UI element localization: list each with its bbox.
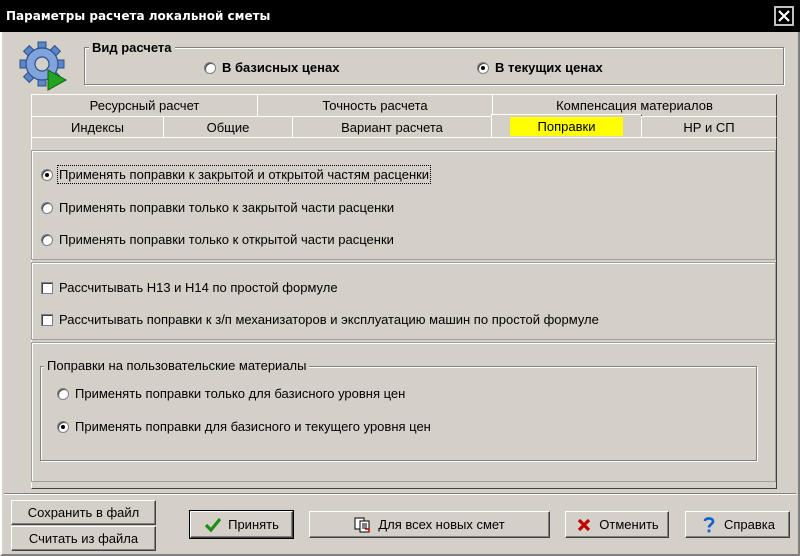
checkbox-n13-n14-simple[interactable] bbox=[41, 281, 53, 294]
tab-nr-sp[interactable]: НР и СП bbox=[641, 116, 777, 138]
tab-indexes[interactable]: Индексы bbox=[31, 116, 164, 138]
cancel-button[interactable]: Отменить bbox=[565, 511, 669, 538]
title-bar: Параметры расчета локальной сметы bbox=[0, 0, 800, 32]
calc-type-legend: Вид расчета bbox=[89, 40, 175, 55]
for-all-new-estimates-button[interactable]: Для всех новых смет bbox=[309, 511, 550, 538]
radio-apply-open-only[interactable] bbox=[41, 233, 53, 246]
option-base-level-only[interactable]: Применять поправки только для базисного … bbox=[57, 386, 405, 401]
tab-calc-precision[interactable]: Точность расчета bbox=[257, 94, 493, 116]
tab-calc-variant[interactable]: Вариант расчета bbox=[292, 116, 492, 138]
radio-apply-closed-and-open[interactable] bbox=[41, 168, 53, 181]
save-to-file-button[interactable]: Сохранить в файл bbox=[11, 500, 156, 525]
question-icon bbox=[700, 516, 718, 534]
close-button[interactable] bbox=[774, 6, 794, 26]
checkmark-icon bbox=[204, 516, 222, 534]
option-apply-closed-and-open[interactable]: Применять поправки к закрытой и открытой… bbox=[41, 165, 432, 184]
help-button[interactable]: Справка bbox=[685, 511, 790, 538]
calc-type-group bbox=[84, 47, 784, 85]
tab-general[interactable]: Общие bbox=[163, 116, 293, 138]
accept-button[interactable]: Принять bbox=[189, 510, 294, 539]
option-machinery-simple[interactable]: Рассчитывать поправки к з/п механизаторо… bbox=[41, 312, 599, 327]
option-apply-open-only[interactable]: Применять поправки только к открытой час… bbox=[41, 232, 394, 247]
close-icon bbox=[778, 10, 790, 22]
calc-type-current-prices[interactable]: В текущих ценах bbox=[477, 60, 603, 75]
tab-materials-compensation[interactable]: Компенсация материалов bbox=[492, 94, 777, 116]
formula-options-section bbox=[31, 262, 776, 340]
gear-play-icon bbox=[18, 40, 70, 92]
checkbox-machinery-simple[interactable] bbox=[41, 313, 53, 326]
window-title: Параметры расчета локальной сметы bbox=[6, 9, 271, 23]
tab-popravki[interactable]: Поправки bbox=[491, 114, 642, 138]
cross-icon bbox=[575, 516, 593, 534]
radio-apply-closed-only[interactable] bbox=[41, 201, 53, 214]
radio-base-prices[interactable] bbox=[204, 61, 216, 74]
radio-current-prices[interactable] bbox=[477, 61, 489, 74]
option-base-and-current-level[interactable]: Применять поправки для базисного и текущ… bbox=[57, 419, 431, 434]
bottom-separator bbox=[4, 493, 796, 495]
option-apply-closed-only[interactable]: Применять поправки только к закрытой час… bbox=[41, 200, 394, 215]
tab-resource-calc[interactable]: Ресурсный расчет bbox=[31, 94, 258, 116]
documents-icon bbox=[354, 516, 372, 534]
user-materials-legend: Поправки на пользовательские материалы bbox=[44, 358, 310, 373]
calc-type-base-prices[interactable]: В базисных ценах bbox=[204, 60, 339, 75]
option-n13-n14-simple[interactable]: Рассчитывать Н13 и Н14 по простой формул… bbox=[41, 280, 338, 295]
radio-base-and-current-level[interactable] bbox=[57, 420, 69, 433]
user-materials-group bbox=[40, 366, 757, 461]
radio-base-level-only[interactable] bbox=[57, 387, 69, 400]
load-from-file-button[interactable]: Считать из файла bbox=[11, 526, 156, 551]
